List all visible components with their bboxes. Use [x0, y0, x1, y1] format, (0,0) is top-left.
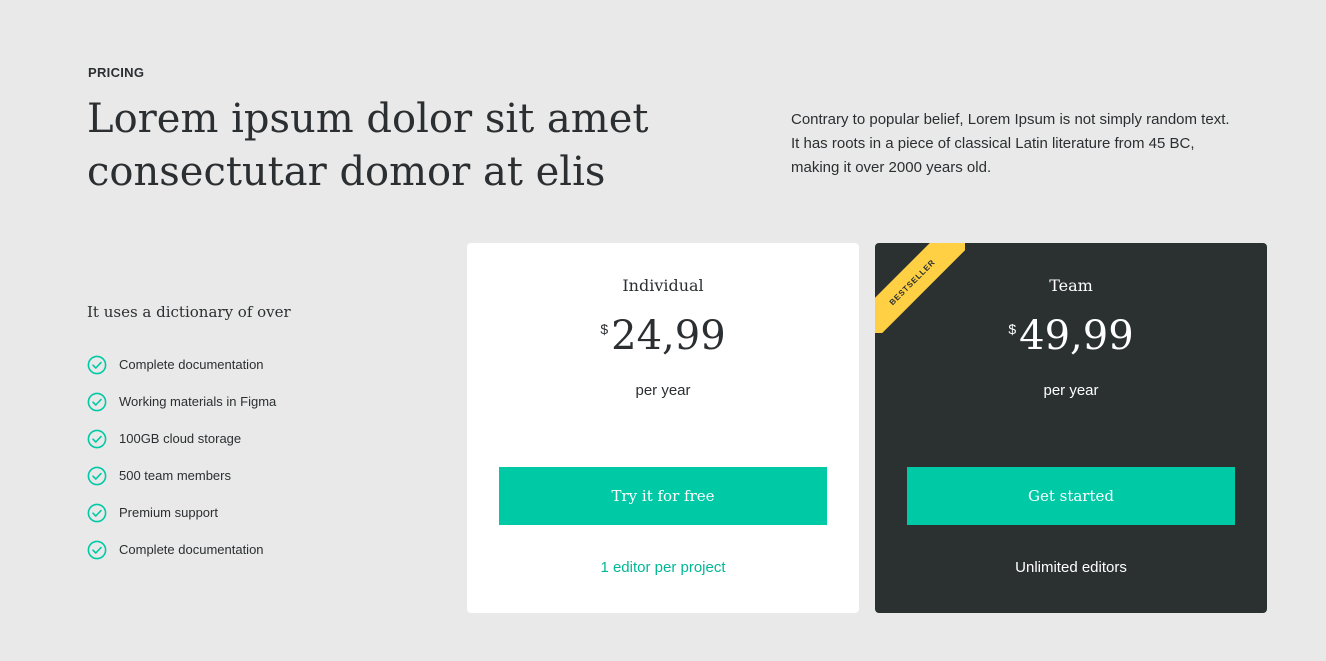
features-list: Complete documentation Working materials… — [87, 346, 276, 568]
check-circle-icon — [87, 503, 107, 523]
check-circle-icon — [87, 466, 107, 486]
try-free-button[interactable]: Try it for free — [499, 467, 827, 525]
plan-note: Unlimited editors — [1015, 559, 1127, 576]
price-currency: $ — [600, 321, 609, 337]
feature-label: 500 team members — [119, 468, 231, 483]
price-amount: 24,99 — [611, 313, 726, 359]
plan-card-team: BESTSELLER Team $ 49,99 per year Get sta… — [875, 243, 1267, 613]
feature-item: Complete documentation — [87, 346, 276, 383]
features-title: It uses a dictionary of over — [87, 303, 291, 321]
feature-label: Working materials in Figma — [119, 394, 277, 409]
plan-price: $ 49,99 — [875, 311, 1267, 361]
check-circle-icon — [87, 392, 107, 412]
get-started-button[interactable]: Get started — [907, 467, 1235, 525]
headline-line-1: Lorem ipsum dolor sit amet — [87, 96, 649, 142]
plan-card-individual: Individual $ 24,99 per year Try it for f… — [467, 243, 859, 613]
check-circle-icon — [87, 355, 107, 375]
plan-price: $ 24,99 — [467, 311, 859, 361]
feature-item: Premium support — [87, 494, 276, 531]
feature-item: Working materials in Figma — [87, 383, 276, 420]
plan-name: Team — [1049, 276, 1093, 295]
price-amount: 49,99 — [1019, 313, 1134, 359]
plan-note: 1 editor per project — [600, 559, 726, 576]
check-circle-icon — [87, 540, 107, 560]
headline-line-2: consectutar domor at elis — [87, 149, 606, 195]
feature-label: 100GB cloud storage — [119, 431, 242, 446]
intro-paragraph: Contrary to popular belief, Lorem Ipsum … — [791, 111, 1230, 176]
price-period: per year — [635, 382, 691, 399]
feature-item: 100GB cloud storage — [87, 420, 276, 457]
feature-label: Complete documentation — [119, 357, 264, 372]
plan-name: Individual — [622, 276, 704, 295]
feature-item: 500 team members — [87, 457, 276, 494]
price-currency: $ — [1008, 321, 1017, 337]
price-period: per year — [1043, 382, 1099, 399]
feature-label: Premium support — [119, 505, 218, 520]
section-eyebrow: PRICING — [88, 65, 145, 80]
check-circle-icon — [87, 429, 107, 449]
feature-label: Complete documentation — [119, 542, 264, 557]
page-headline: Lorem ipsum dolor sit amet consectutar d… — [87, 93, 727, 199]
feature-item: Complete documentation — [87, 531, 276, 568]
